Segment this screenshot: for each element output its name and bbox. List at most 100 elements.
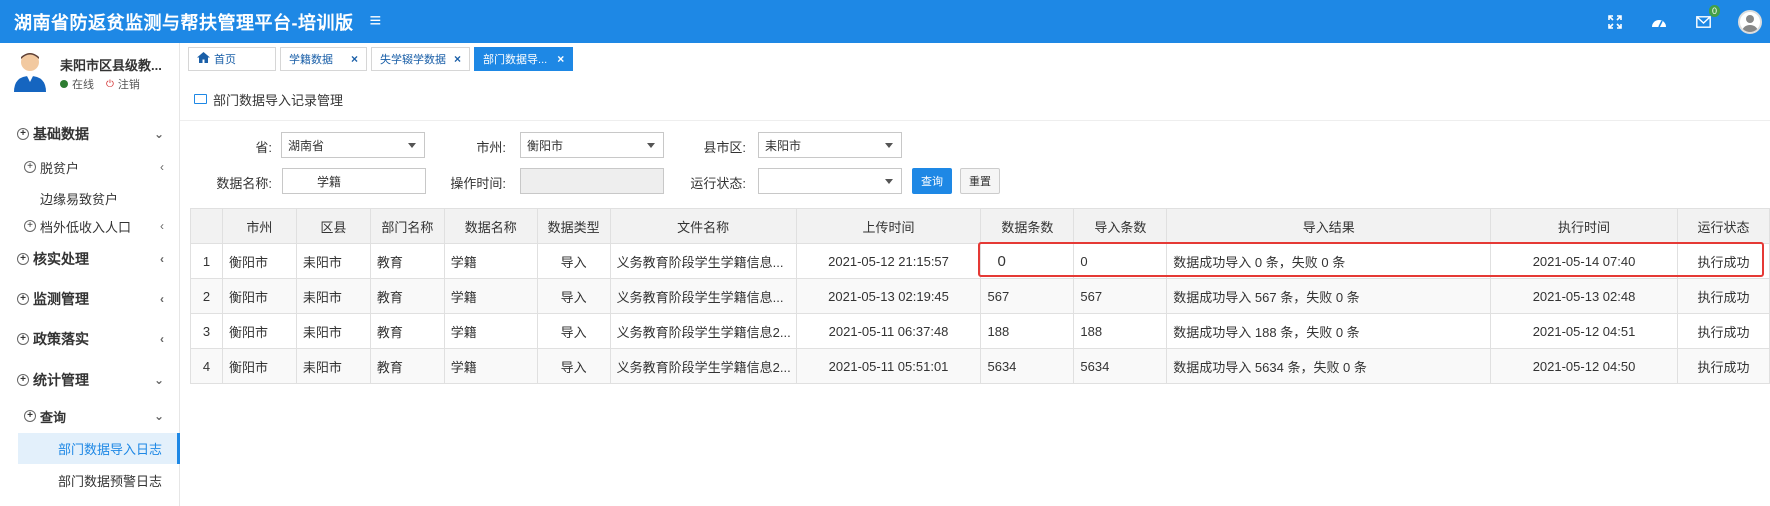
- cell-upload-time: 2021-05-11 06:37:48: [795, 313, 982, 349]
- cell-county: 耒阳市: [295, 348, 371, 384]
- user-name: 耒阳市区县级教...: [60, 58, 162, 73]
- chevron-left-icon: ‹: [160, 332, 164, 346]
- tab-label: 首页: [214, 54, 236, 66]
- nav-policy[interactable]: + 政策落实 ‹: [0, 324, 180, 354]
- cell-upload-time: 2021-05-12 21:15:57: [795, 243, 982, 279]
- dashboard-icon[interactable]: [1650, 13, 1668, 31]
- col-header[interactable]: 导入结果: [1166, 208, 1492, 244]
- optime-label: 操作时间:: [450, 176, 506, 191]
- caret-down-icon: [647, 143, 655, 148]
- province-select[interactable]: 湖南省: [281, 132, 425, 158]
- tab-label: 学籍数据: [289, 54, 333, 66]
- nav-monitoring[interactable]: + 监测管理 ‹: [0, 284, 180, 314]
- cell-county: 耒阳市: [295, 313, 371, 349]
- nav-query[interactable]: + 查询 ⌄: [0, 401, 180, 431]
- nav-statistics[interactable]: + 统计管理 ⌄: [0, 365, 180, 395]
- nav-label: 统计管理: [33, 372, 89, 388]
- plus-circle-icon: +: [24, 220, 36, 232]
- table-row[interactable]: 1 衡阳市 耒阳市 教育 学籍 导入 义务教育阶段学生学籍信息... 2021-…: [190, 243, 1770, 279]
- tab-bar: 首页 学籍数据 × 失学辍学数据 × 部门数据导... ×: [188, 47, 574, 71]
- col-header[interactable]: 数据名称: [443, 208, 538, 244]
- mail-badge: 0: [1708, 4, 1720, 17]
- county-label: 县市区:: [703, 140, 746, 155]
- user-avatar-icon[interactable]: [1738, 9, 1762, 34]
- cell-import-count: 5634: [1073, 348, 1168, 384]
- mail-icon[interactable]: 0: [1694, 4, 1720, 31]
- chevron-down-icon: ⌄: [153, 373, 164, 387]
- nav-dept-warning-log[interactable]: 部门数据预警日志: [0, 465, 180, 495]
- col-header[interactable]: 部门名称: [369, 208, 445, 244]
- cell-datatype: 导入: [536, 278, 611, 314]
- tab-dept-import[interactable]: 部门数据导... ×: [474, 47, 574, 71]
- cell-dept: 教育: [369, 348, 445, 384]
- nav-label: 政策落实: [33, 331, 89, 347]
- tab-dropout-data[interactable]: 失学辍学数据 ×: [371, 47, 471, 71]
- cell-data-count: 188: [980, 313, 1075, 349]
- dataname-input[interactable]: 学籍: [282, 168, 426, 194]
- tab-student-data[interactable]: 学籍数据 ×: [280, 47, 368, 71]
- cell-filename: 义务教育阶段学生学籍信息2...: [609, 313, 797, 349]
- nav-poverty-household[interactable]: + 脱贫户 ‹: [0, 152, 180, 182]
- logout-link[interactable]: 注销: [118, 76, 140, 92]
- search-button[interactable]: 查询: [912, 168, 952, 194]
- top-bar: 湖南省防返贫监测与帮扶管理平台-培训版 ≡ 0: [0, 0, 1770, 43]
- province-label: 省:: [255, 140, 272, 155]
- close-icon[interactable]: ×: [454, 52, 461, 66]
- col-header[interactable]: 上传时间: [795, 208, 982, 244]
- close-icon[interactable]: ×: [351, 52, 358, 66]
- plus-circle-icon: +: [17, 333, 29, 345]
- col-header[interactable]: 导入条数: [1073, 208, 1168, 244]
- cell-city: 衡阳市: [221, 348, 297, 384]
- close-icon[interactable]: ×: [557, 52, 564, 66]
- col-header[interactable]: 文件名称: [609, 208, 797, 244]
- county-select[interactable]: 耒阳市: [758, 132, 902, 158]
- nav-label: 边缘易致贫户: [40, 191, 119, 207]
- reset-button[interactable]: 重置: [960, 168, 1000, 194]
- col-header[interactable]: 数据类型: [536, 208, 611, 244]
- cell-data-count: 0: [980, 243, 1075, 279]
- cell-exec-time: 2021-05-13 02:48: [1490, 278, 1678, 314]
- list-icon: [194, 94, 207, 104]
- table-row[interactable]: 2 衡阳市 耒阳市 教育 学籍 导入 义务教育阶段学生学籍信息... 2021-…: [190, 278, 1770, 314]
- city-select[interactable]: 衡阳市: [520, 132, 664, 158]
- plus-circle-icon: +: [24, 410, 36, 422]
- col-header: [190, 208, 223, 244]
- user-status: 在线 ⏻ 注销: [60, 76, 140, 92]
- nav-dept-import-log[interactable]: 部门数据导入日志: [18, 433, 180, 464]
- cell-import-result: 数据成功导入 0 条，失败 0 条: [1166, 243, 1492, 279]
- cell-datatype: 导入: [536, 313, 611, 349]
- col-header[interactable]: 运行状态: [1676, 208, 1770, 244]
- table-row[interactable]: 3 衡阳市 耒阳市 教育 学籍 导入 义务教育阶段学生学籍信息2... 2021…: [190, 313, 1770, 349]
- cell-datatype: 导入: [536, 243, 611, 279]
- cell-data-count: 5634: [980, 348, 1075, 384]
- nav-label: 部门数据导入日志: [58, 442, 163, 457]
- nav-verify[interactable]: + 核实处理 ‹: [0, 244, 180, 274]
- logout-icon[interactable]: ⏻: [106, 79, 114, 90]
- cell-import-result: 数据成功导入 5634 条，失败 0 条: [1166, 348, 1492, 384]
- cell-filename: 义务教育阶段学生学籍信息...: [609, 243, 797, 279]
- fullscreen-icon[interactable]: [1606, 13, 1624, 31]
- runstate-label: 运行状态:: [690, 176, 746, 191]
- nav-basic-data[interactable]: + 基础数据 ⌄: [0, 119, 180, 149]
- row-index: 4: [190, 348, 223, 384]
- table-row[interactable]: 4 衡阳市 耒阳市 教育 学籍 导入 义务教育阶段学生学籍信息2... 2021…: [190, 348, 1770, 384]
- chevron-left-icon: ‹: [160, 292, 164, 306]
- col-header[interactable]: 区县: [295, 208, 371, 244]
- tab-home[interactable]: 首页: [188, 47, 276, 71]
- nav-edge-household[interactable]: 边缘易致贫户: [0, 183, 180, 213]
- cell-city: 衡阳市: [221, 243, 297, 279]
- hamburger-icon[interactable]: ≡: [370, 10, 382, 33]
- runstate-select[interactable]: [758, 168, 902, 194]
- chevron-left-icon: ‹: [160, 219, 164, 233]
- cell-county: 耒阳市: [295, 243, 371, 279]
- optime-input[interactable]: [520, 168, 664, 194]
- nav-label: 查询: [40, 409, 67, 425]
- online-label: 在线: [72, 79, 94, 91]
- plus-circle-icon: +: [17, 128, 29, 140]
- nav-low-income[interactable]: + 档外低收入人口 ‹: [0, 211, 180, 241]
- tab-label: 失学辍学数据: [380, 54, 447, 66]
- col-header[interactable]: 数据条数: [980, 208, 1075, 244]
- cell-city: 衡阳市: [221, 278, 297, 314]
- col-header[interactable]: 市州: [221, 208, 297, 244]
- col-header[interactable]: 执行时间: [1490, 208, 1678, 244]
